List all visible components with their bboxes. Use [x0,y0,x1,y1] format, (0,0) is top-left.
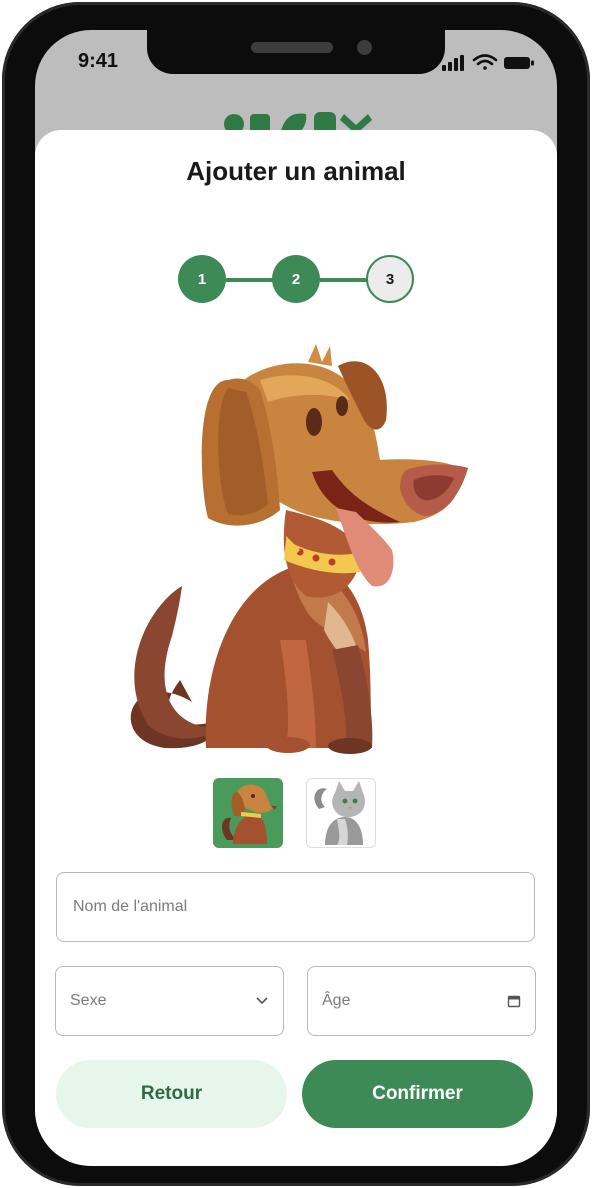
battery-icon [504,57,534,69]
dog-thumbnail [222,784,277,844]
step-1: 1 [178,255,226,303]
stepper-line [320,278,368,282]
stepper-line [226,278,274,282]
sex-select[interactable]: Sexe [55,966,284,1036]
age-field[interactable]: Âge [307,966,536,1036]
step-3: 3 [366,255,414,303]
status-icons [442,54,534,71]
back-button[interactable]: Retour [56,1060,287,1128]
phone-frame: 9:41 Ajouter un animal 1 2 3 Nom de l'an… [0,0,592,1188]
animal-name-field[interactable] [56,872,535,942]
step-2: 2 [272,255,320,303]
page-title: Ajouter un animal [186,156,406,186]
chevron-down-icon [256,997,268,1005]
front-camera [357,40,372,55]
calendar-icon[interactable] [507,994,521,1008]
stepper: 1 2 3 [178,255,416,305]
animal-option-dog[interactable] [213,778,283,848]
dog-illustration [130,344,468,754]
sex-select-value: Sexe [70,992,107,1009]
cat-thumbnail [314,781,365,845]
animal-option-cat[interactable] [306,778,376,848]
animal-name-input[interactable] [71,897,534,917]
status-time: 9:41 [78,50,119,72]
speaker [251,42,333,53]
signal-icon [442,55,464,71]
confirm-button[interactable]: Confirmer [302,1060,533,1128]
notch [147,30,445,74]
wifi-icon [472,54,498,70]
age-field-value: Âge [322,992,351,1009]
